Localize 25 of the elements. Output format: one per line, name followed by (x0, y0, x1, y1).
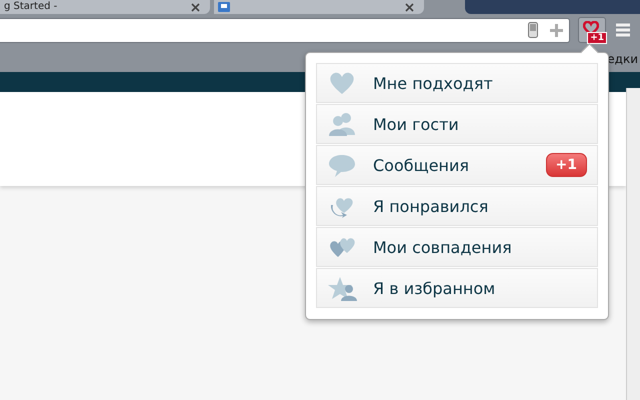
browser-tab[interactable] (214, 0, 424, 14)
phone-icon[interactable] (528, 22, 538, 38)
plus-icon[interactable] (550, 24, 563, 36)
scrollbar[interactable] (626, 88, 640, 400)
menu-item[interactable]: Сообщения +1 (316, 145, 598, 185)
notification-badge: +1 (587, 32, 607, 44)
close-icon[interactable] (191, 2, 200, 12)
count-badge: +1 (546, 153, 587, 177)
menu-item[interactable]: Я в избранном (316, 268, 598, 308)
menu-icon[interactable] (616, 23, 630, 37)
menu-item[interactable]: Я понравился (316, 186, 598, 226)
browser-tab[interactable]: g Started - (0, 0, 210, 14)
tab-title: g Started - (4, 1, 58, 13)
star-person-icon (327, 275, 357, 301)
people-icon (327, 111, 357, 137)
menu-item[interactable]: Мои гости (316, 104, 598, 144)
heart-icon (583, 21, 599, 35)
menu-item[interactable]: Мои совпадения (316, 227, 598, 267)
bookmark-label[interactable]: едки (607, 52, 638, 66)
close-icon[interactable] (405, 2, 414, 12)
page-icon (218, 2, 230, 12)
address-field[interactable] (0, 18, 570, 42)
menu-item[interactable]: Мне подходят (316, 63, 598, 103)
speech-bubble-icon (327, 152, 357, 178)
extension-button[interactable]: +1 (578, 17, 606, 43)
